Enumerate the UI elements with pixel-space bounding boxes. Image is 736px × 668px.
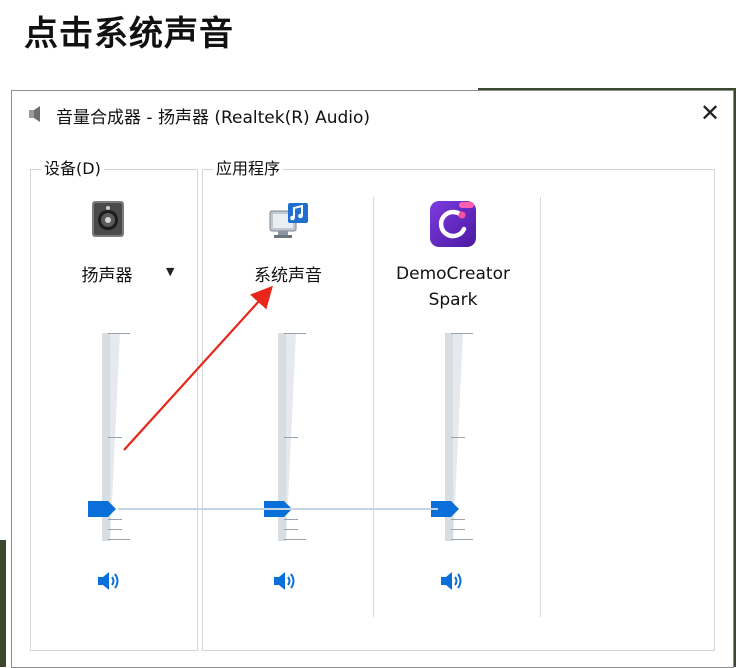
column-divider bbox=[540, 197, 541, 617]
device-label[interactable]: 扬声器 bbox=[70, 261, 144, 286]
democreator-volume-slider[interactable] bbox=[429, 333, 489, 545]
column-divider bbox=[373, 197, 374, 617]
volume-tick bbox=[108, 333, 130, 334]
system-sounds-volume-slider[interactable] bbox=[262, 333, 322, 545]
volume-tick bbox=[108, 519, 122, 520]
volume-tick bbox=[451, 519, 465, 520]
volume-mixer-window: 音量合成器 - 扬声器 (Realtek(R) Audio) ✕ 设备(D) 应… bbox=[11, 90, 734, 668]
device-volume-slider[interactable] bbox=[86, 333, 146, 545]
democreator-app-icon bbox=[430, 201, 476, 247]
system-sounds-icon[interactable] bbox=[266, 199, 312, 245]
close-button[interactable]: ✕ bbox=[693, 97, 727, 131]
speaker-icon bbox=[29, 106, 40, 122]
democreator-mute-button[interactable] bbox=[438, 569, 466, 593]
app-label-democreator: DemoCreator Spark bbox=[396, 264, 510, 310]
volume-tick bbox=[284, 333, 306, 334]
volume-tick bbox=[451, 333, 473, 334]
volume-tick bbox=[451, 539, 473, 540]
device-mute-button[interactable] bbox=[95, 569, 123, 593]
background-strip bbox=[0, 540, 6, 667]
volume-tick bbox=[284, 529, 298, 530]
volume-tick bbox=[108, 539, 130, 540]
volume-tick bbox=[284, 539, 306, 540]
volume-link-line bbox=[118, 508, 438, 510]
window-title: 音量合成器 - 扬声器 (Realtek(R) Audio) bbox=[56, 108, 371, 128]
page-heading: 点击系统声音 bbox=[24, 14, 234, 54]
volume-tick bbox=[451, 437, 465, 438]
volume-thumb[interactable] bbox=[88, 501, 116, 517]
volume-tick bbox=[284, 519, 298, 520]
system-sounds-mute-button[interactable] bbox=[271, 569, 299, 593]
app-label-system-sounds[interactable]: 系统声音 bbox=[238, 261, 338, 286]
applications-group-legend: 应用程序 bbox=[216, 159, 281, 178]
volume-tick bbox=[108, 529, 122, 530]
title-bar: 音量合成器 - 扬声器 (Realtek(R) Audio) ✕ bbox=[12, 91, 733, 137]
device-group-legend: 设备(D) bbox=[44, 159, 101, 178]
device-dropdown-arrow[interactable]: ▼ bbox=[166, 265, 174, 278]
volume-tick bbox=[451, 529, 465, 530]
volume-tick bbox=[284, 437, 298, 438]
volume-tick bbox=[108, 437, 122, 438]
speaker-device-icon bbox=[92, 201, 124, 237]
